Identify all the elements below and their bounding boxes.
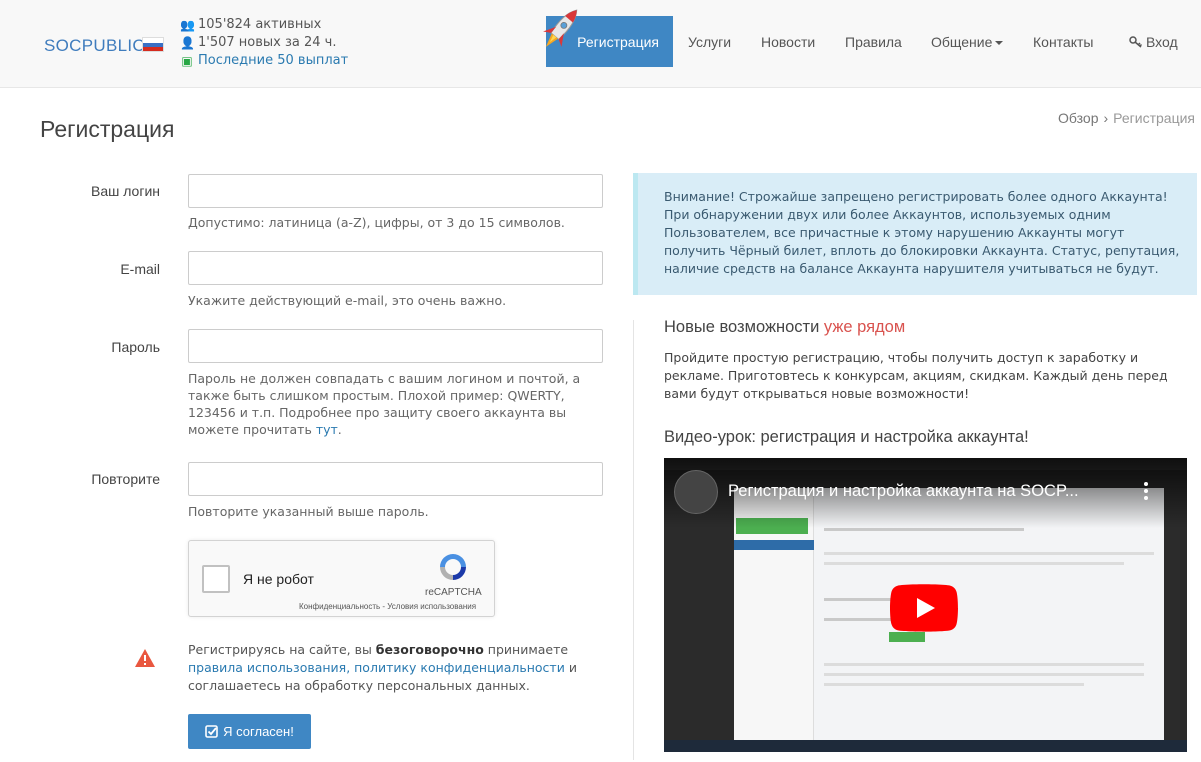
video-menu-active: [734, 540, 814, 550]
video-line: [824, 673, 1144, 676]
nav-news[interactable]: Новости: [761, 34, 815, 50]
recaptcha-terms[interactable]: Конфиденциальность - Условия использован…: [299, 602, 476, 611]
money-icon: ▣: [181, 54, 193, 68]
more-options-icon[interactable]: [1144, 482, 1150, 503]
breadcrumb-separator: ›: [1103, 110, 1109, 126]
video-line: [824, 562, 1124, 565]
login-help: Допустимо: латиница (a-Z), цифры, от 3 д…: [188, 215, 565, 230]
agree-button-label: Я согласен!: [223, 724, 294, 739]
breadcrumb-current: Регистрация: [1113, 110, 1195, 126]
nav-rules[interactable]: Правила: [845, 34, 902, 50]
warning-icon: [135, 649, 155, 667]
russia-flag-icon[interactable]: [142, 37, 164, 52]
warning-alert: Внимание! Строжайше запрещено регистриро…: [633, 173, 1197, 295]
video-title[interactable]: Регистрация и настройка аккаунта на SOCP…: [728, 482, 1079, 501]
check-square-icon: [205, 725, 218, 738]
video-line: [824, 552, 1154, 555]
header: SOCPUBLIC 👥 105'824 активных 👤 1'507 новых…: [0, 0, 1201, 88]
agreement-bold: безоговорочно: [375, 642, 484, 657]
key-icon: [1129, 36, 1143, 48]
nav-communication-label: Общение: [931, 34, 993, 50]
video-taskbar: [664, 740, 1187, 752]
email-label: E-mail: [120, 261, 160, 277]
repeat-help: Повторите указанный выше пароль.: [188, 504, 429, 519]
new-features-heading: Новые возможности уже рядом: [664, 318, 905, 337]
breadcrumb: Обзор › Регистрация: [1058, 110, 1195, 126]
new-features-text: Пройдите простую регистрацию, чтобы полу…: [664, 350, 1168, 401]
new-features-heading-accent: уже рядом: [823, 318, 906, 336]
email-help: Укажите действующий e-mail, это очень ва…: [188, 293, 507, 308]
caret-down-icon: [995, 41, 1004, 46]
password-help-link[interactable]: тут: [316, 422, 338, 437]
nav-login-label: Вход: [1146, 34, 1178, 50]
recaptcha-brand: reCAPTCHA: [425, 587, 482, 598]
password-help-text: Пароль не должен совпадать с вашим логин…: [188, 371, 581, 437]
login-label: Ваш логин: [90, 183, 160, 199]
user-icon: 👤: [180, 36, 195, 50]
agreement-text: Регистрируясь на сайте, вы безоговорочно…: [188, 641, 588, 695]
channel-avatar[interactable]: [674, 470, 718, 514]
video-line: [824, 663, 1144, 666]
page-title: Регистрация: [40, 116, 175, 142]
nav-contacts[interactable]: Контакты: [1033, 34, 1093, 50]
video-line: [824, 528, 1024, 531]
password-help: Пароль не должен совпадать с вашим логин…: [188, 370, 606, 438]
agreement-part1: Регистрируясь на сайте, вы: [188, 642, 376, 657]
nav-communication[interactable]: Общение: [931, 34, 1004, 50]
site-logo[interactable]: SOCPUBLIC: [44, 36, 145, 56]
recaptcha-widget: Я не робот reCAPTCHA Конфиденциальность …: [188, 540, 495, 617]
video-heading: Видео-урок: регистрация и настройка акка…: [664, 428, 1029, 446]
warning-alert-text: Внимание! Строжайше запрещено регистриро…: [664, 189, 1180, 276]
play-icon[interactable]: [890, 584, 958, 632]
recaptcha-label: Я не робот: [243, 571, 314, 587]
password-help-end: .: [337, 422, 342, 437]
active-users-count: 105'824 активных: [198, 17, 322, 32]
repeat-password-input[interactable]: [188, 462, 603, 496]
recaptcha-logo-icon: [440, 554, 466, 580]
new-features-heading-text: Новые возможности: [664, 318, 824, 336]
new-users-count: 1'507 новых за 24 ч.: [198, 35, 337, 50]
column-divider: [633, 320, 634, 760]
repeat-label: Повторите: [91, 471, 160, 487]
password-input[interactable]: [188, 329, 603, 363]
payouts-link[interactable]: Последние 50 выплат: [198, 52, 348, 70]
users-icon: 👥: [180, 18, 195, 32]
login-input[interactable]: [188, 174, 603, 208]
recaptcha-checkbox[interactable]: [202, 565, 230, 593]
video-save-button: [889, 632, 925, 642]
video-player[interactable]: Регистрация и настройка аккаунта на SOCP…: [664, 458, 1187, 752]
nav-services[interactable]: Услуги: [688, 34, 731, 50]
nav-login[interactable]: Вход: [1129, 34, 1178, 50]
rocket-icon: [543, 9, 578, 47]
video-line: [824, 683, 1084, 686]
breadcrumb-root[interactable]: Обзор: [1058, 110, 1098, 126]
site-stats: 👥 105'824 активных 👤 1'507 новых за 24 ч. …: [180, 16, 348, 70]
email-input[interactable]: [188, 251, 603, 285]
rules-policy-link[interactable]: правила использования, политику конфиден…: [188, 660, 565, 675]
password-label: Пароль: [111, 339, 160, 355]
agree-button[interactable]: Я согласен!: [188, 714, 311, 749]
agreement-part2: принимаете: [483, 642, 569, 657]
